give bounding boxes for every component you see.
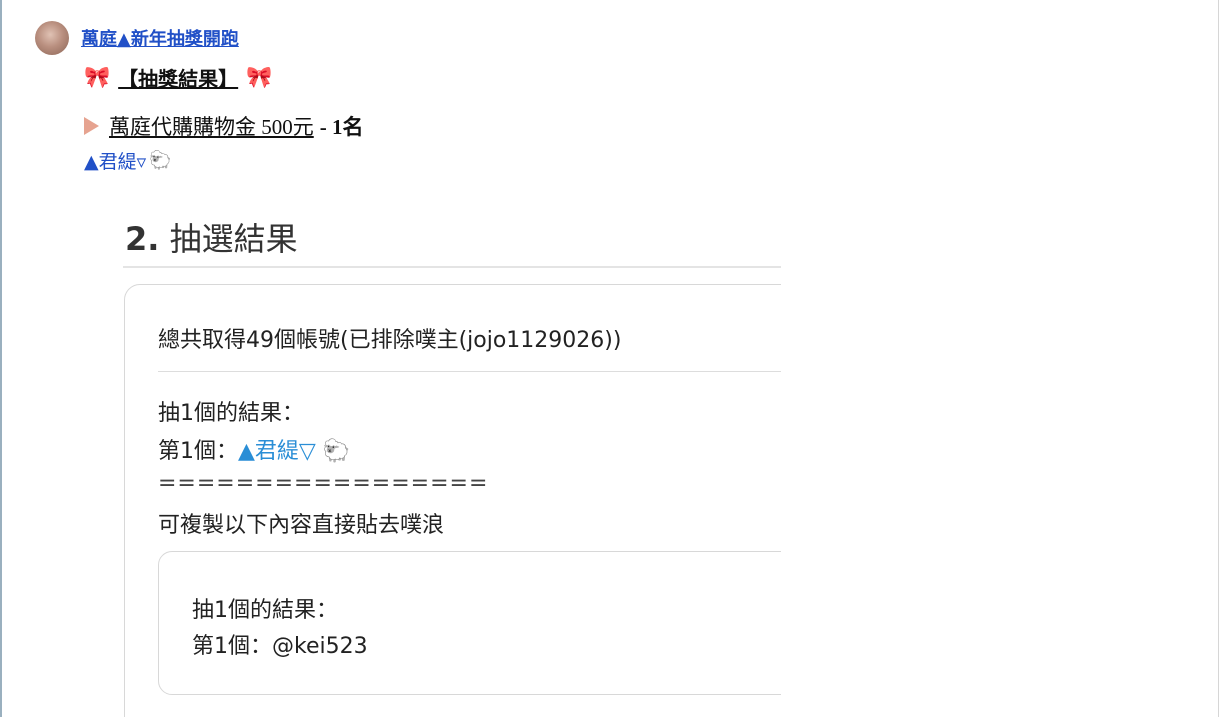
copy-heading: 抽1個的結果：	[192, 598, 338, 623]
prize-row: 萬庭代購購物金 500元 - 1名	[84, 111, 364, 141]
section-heading: 2. 抽選結果	[125, 214, 298, 260]
bullet-triangle-icon	[84, 117, 99, 135]
copy-hint: 可複製以下內容直接貼去噗浪	[158, 513, 445, 538]
first-result-line: 第1個：▲君緹▽ 🐑	[158, 433, 350, 465]
left-border	[0, 0, 2, 717]
section-title: 抽選結果	[169, 220, 298, 258]
copy-first-label: 第1個：	[192, 634, 272, 659]
winner-name-link[interactable]: ▲君緹▿	[84, 147, 146, 174]
prize-link[interactable]: 萬庭代購購物金 500元	[109, 111, 314, 141]
post-title-row: 🎀 【抽獎結果】 🎀	[84, 63, 272, 92]
copy-first-handle: @kei523	[272, 634, 368, 659]
right-border	[1218, 0, 1219, 717]
result-screenshot: 2. 抽選結果 總共取得49個帳號(已排除噗主(jojo1129026)) 抽1…	[123, 200, 781, 717]
first-winner-link[interactable]: ▲君緹▽	[238, 439, 316, 464]
first-result-label: 第1個：	[158, 439, 238, 464]
winner-row: ▲君緹▿ 🐑	[84, 147, 172, 174]
post-title: 【抽獎結果】	[118, 67, 239, 91]
divider	[158, 371, 781, 372]
section-number: 2.	[125, 220, 160, 258]
sheep-icon: 🐑	[149, 150, 172, 171]
copy-first-result: 第1個：@kei523	[192, 628, 368, 660]
copy-text-box[interactable]: 抽1個的結果： 第1個：@kei523	[158, 551, 781, 695]
divider	[123, 266, 781, 268]
prize-count: - 1名	[319, 115, 364, 139]
sheep-icon: 🐑	[322, 439, 351, 464]
avatar[interactable]	[35, 21, 69, 55]
result-card: 總共取得49個帳號(已排除噗主(jojo1129026)) 抽1個的結果： 第1…	[124, 284, 781, 717]
ribbon-icon: 🎀	[246, 65, 273, 89]
draw-heading: 抽1個的結果：	[158, 401, 304, 426]
total-accounts-text: 總共取得49個帳號(已排除噗主(jojo1129026))	[158, 328, 622, 353]
separator-line: =================	[158, 471, 489, 496]
author-name-link[interactable]: 萬庭▲新年抽獎開跑	[81, 25, 239, 51]
ribbon-icon: 🎀	[84, 65, 111, 89]
